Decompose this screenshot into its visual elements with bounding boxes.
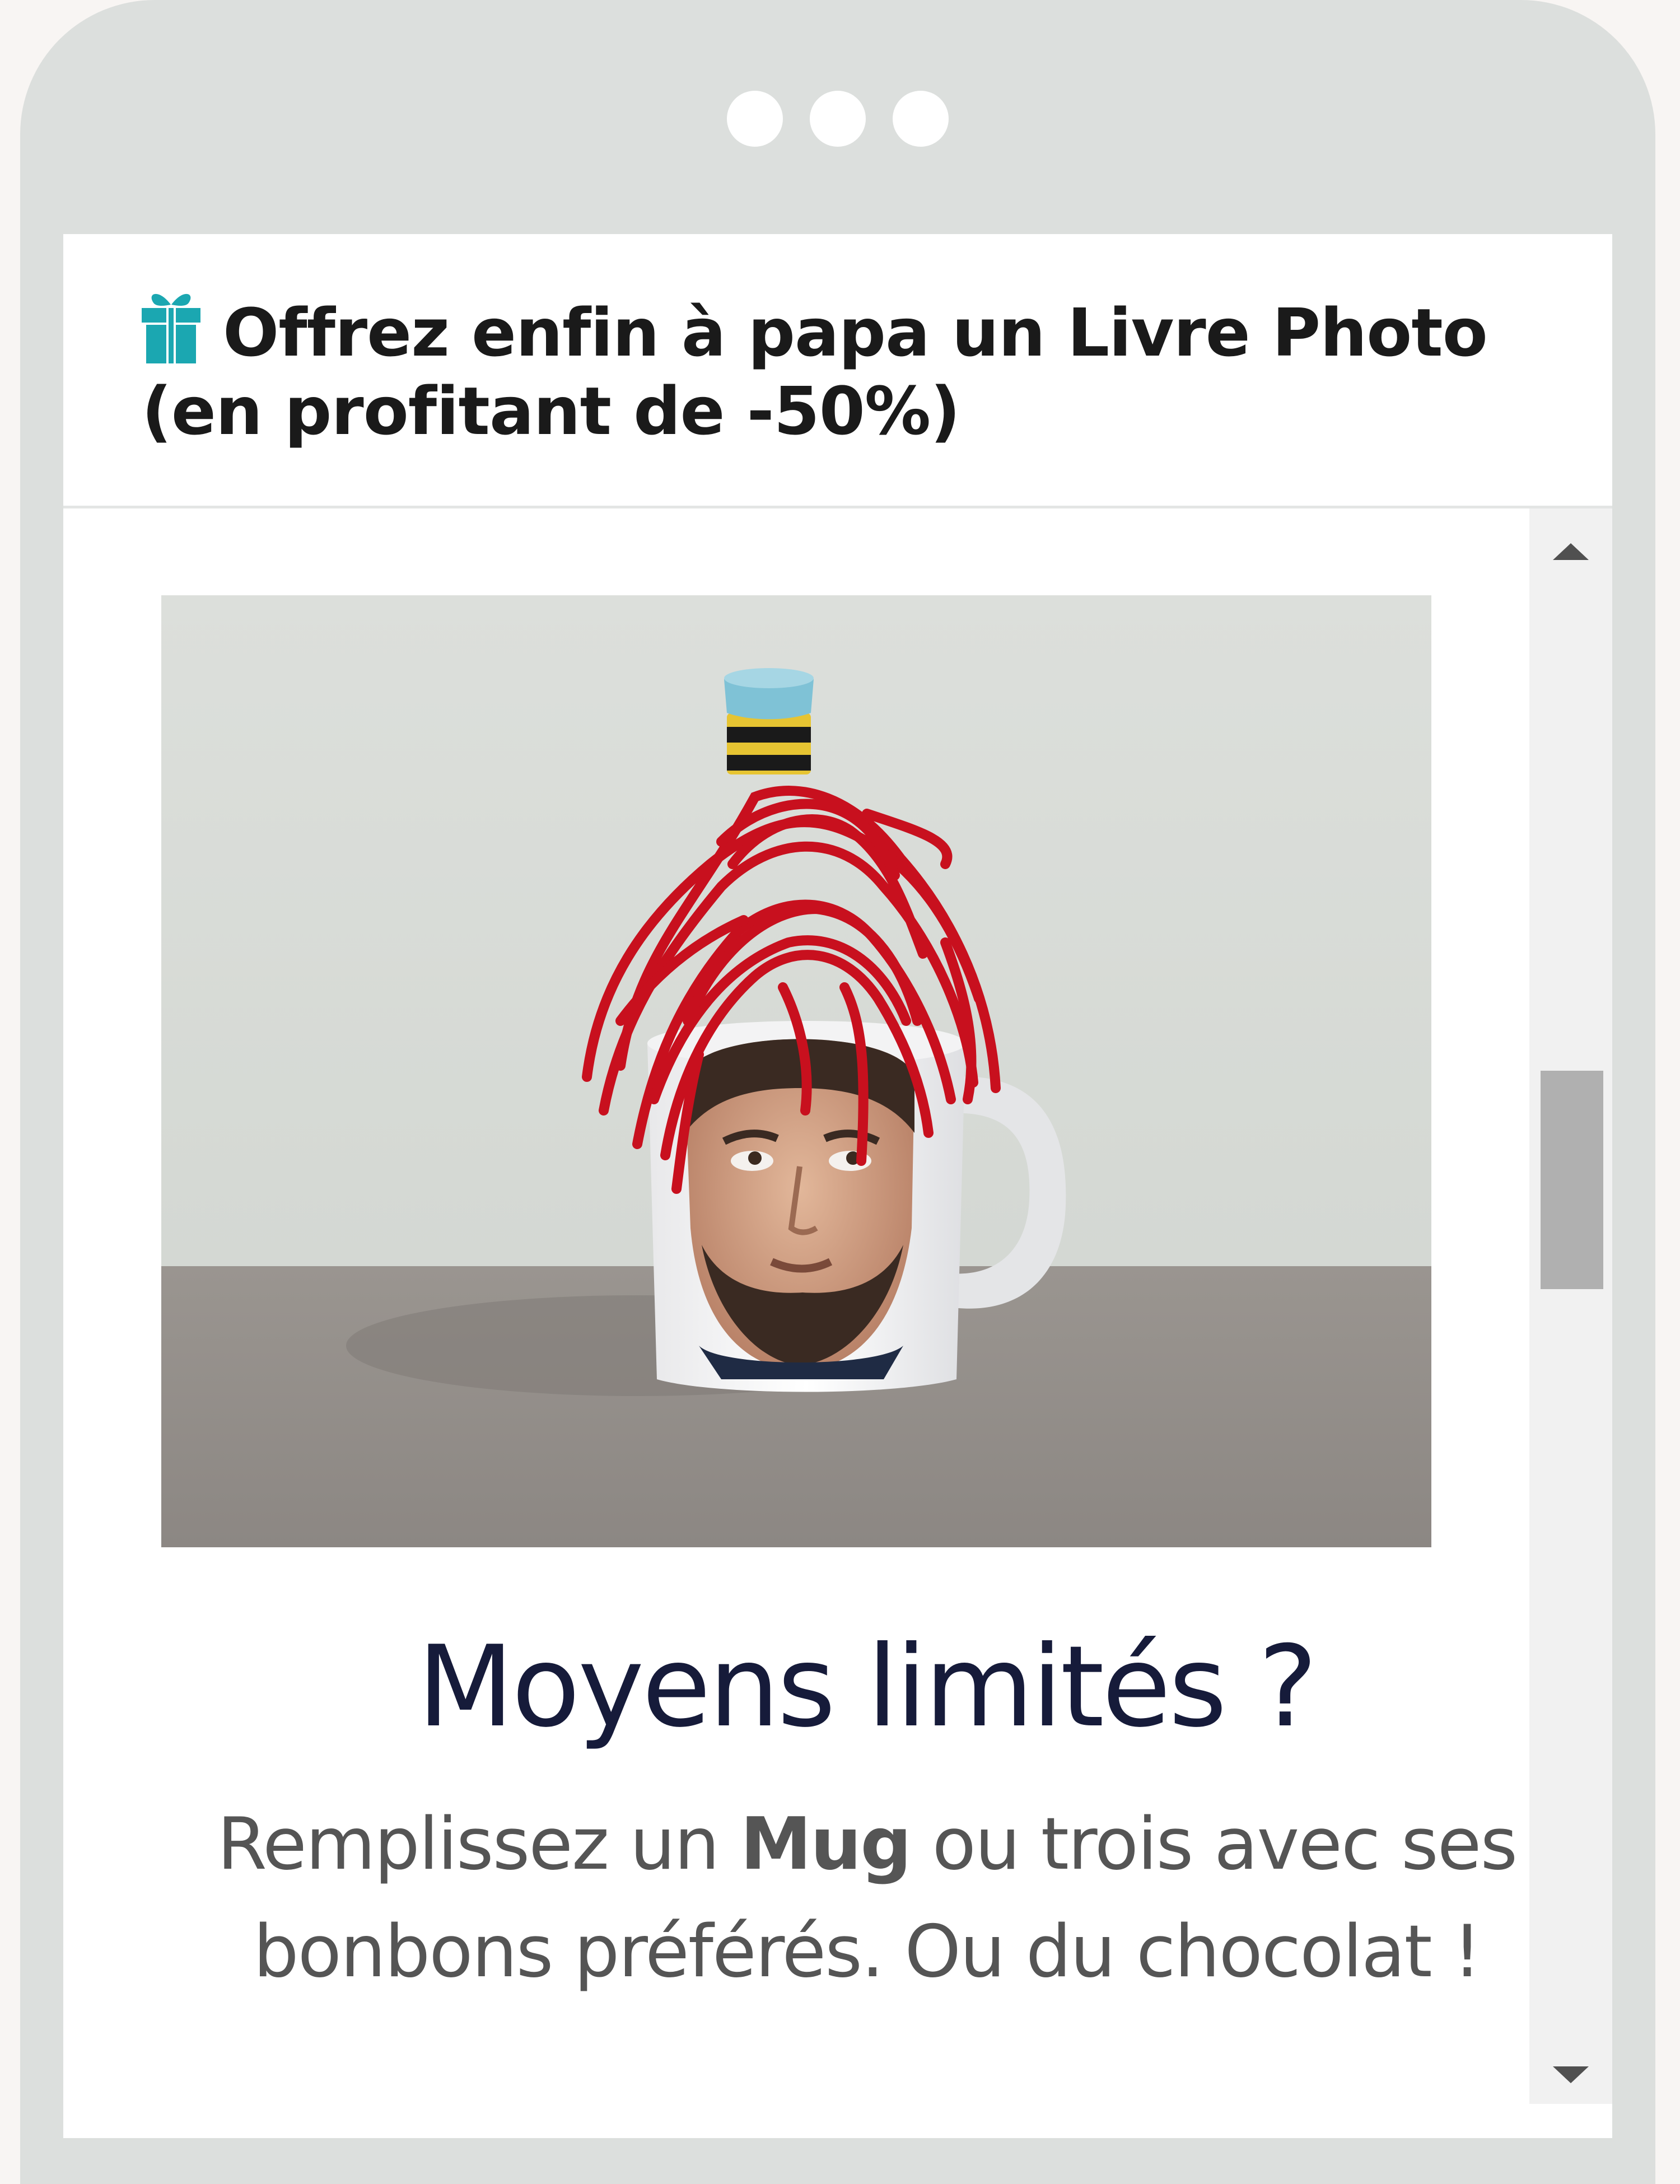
content-paragraph: Remplissez un Mug ou trois avec ses bonb…: [161, 1791, 1572, 2006]
window-dot: [810, 91, 866, 147]
mug-candy-photo: [161, 595, 1431, 1547]
hero-image: [161, 595, 1431, 1547]
scrollbar-thumb[interactable]: [1541, 1071, 1603, 1289]
scroll-up-arrow-icon[interactable]: [1553, 543, 1589, 560]
email-subject: Offrez enfin à papa un Livre Photo (en p…: [142, 288, 1553, 450]
window-dot: [893, 91, 949, 147]
scroll-down-arrow-icon[interactable]: [1553, 2066, 1589, 2083]
window-dots: [20, 91, 1655, 147]
content-heading: Moyens limités ?: [417, 1622, 1318, 1752]
subject-bar: Offrez enfin à papa un Livre Photo (en p…: [63, 234, 1612, 508]
email-preview-page: { "window": { "chrome_dots": 3 }, "email…: [0, 0, 1680, 2184]
email-body[interactable]: Moyens limités ? Remplissez un Mug ou tr…: [63, 508, 1612, 2138]
paragraph-text: Remplissez un: [217, 1803, 740, 1886]
email-screen: Offrez enfin à papa un Livre Photo (en p…: [63, 234, 1612, 2138]
paragraph-bold-text: Mug: [740, 1803, 912, 1886]
window-dot: [727, 91, 783, 147]
vertical-scrollbar[interactable]: [1529, 508, 1612, 2104]
gift-icon: [142, 293, 200, 363]
